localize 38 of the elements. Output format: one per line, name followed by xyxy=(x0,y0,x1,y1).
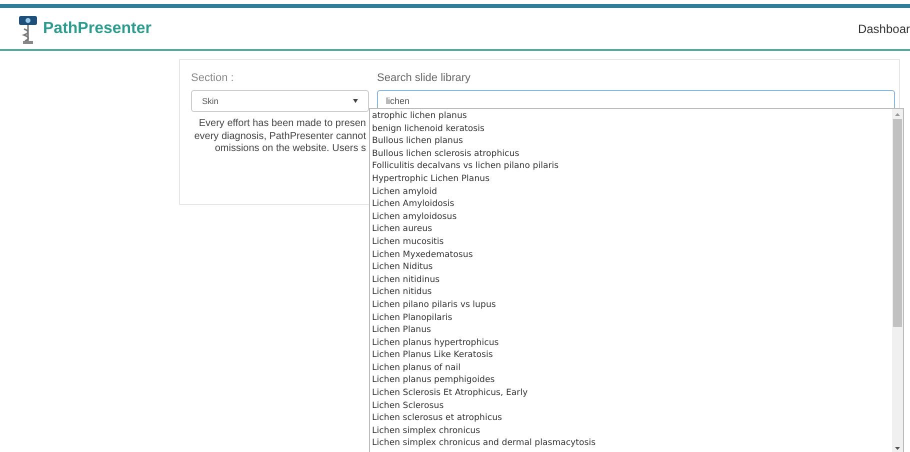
suggestion-item[interactable]: Lichen planus pemphigoides xyxy=(370,374,892,388)
section-label: Section : xyxy=(191,71,235,86)
suggestion-item[interactable]: Lichen planus hypertrophicus xyxy=(370,336,892,350)
section-select[interactable]: Skin xyxy=(191,90,369,112)
suggestion-item[interactable]: Bullous lichen planus xyxy=(370,135,892,148)
dashboard-link[interactable]: Dashboar xyxy=(858,20,910,38)
suggestion-item[interactable]: Lichen Planus xyxy=(370,324,892,337)
notice-text: Every effort has been made to presen every diagnosis, PathPresenter cannot omissions on the website. Users s xyxy=(193,118,366,156)
search-label: Search slide library xyxy=(377,71,472,86)
brand-name: PathPresenter xyxy=(43,18,152,38)
suggestion-item[interactable]: Lichen simplex chronicus and dermal plasmacytosis xyxy=(370,437,892,450)
scroll-thumb[interactable] xyxy=(893,119,902,327)
suggestion-item[interactable]: Lichen planus of nail xyxy=(370,362,892,374)
suggestion-item[interactable]: Lichen Planopilaris xyxy=(370,312,892,324)
suggestion-item[interactable]: Lichen amyloid xyxy=(370,186,892,198)
suggestion-item[interactable]: Lichen amyloidosus xyxy=(370,210,892,224)
scroll-down-icon[interactable] xyxy=(895,446,900,450)
suggestion-item[interactable]: Lichen aureus xyxy=(370,223,892,236)
suggestion-item[interactable]: Bullous lichen sclerosis atrophicus xyxy=(370,148,892,160)
scroll-up-icon[interactable] xyxy=(895,112,900,116)
suggestion-item[interactable]: Lichen simplex chronicus xyxy=(370,424,892,438)
suggestion-item[interactable]: Lichen nitidus xyxy=(370,286,892,299)
suggestion-item[interactable]: Lichen Sclerosus xyxy=(370,400,892,412)
suggestion-item[interactable]: Lichen Amyloidosis xyxy=(370,198,892,211)
suggestion-item[interactable]: Lichen mucositis xyxy=(370,236,892,249)
suggestion-item[interactable]: Lichen Niditus xyxy=(370,261,892,274)
suggestion-item[interactable]: benign lichenoid keratosis xyxy=(370,122,892,136)
suggestion-item[interactable]: Lichen Sclerosis Et Atrophicus, Early xyxy=(370,387,892,400)
suggestion-item[interactable]: Lichen Planus Like Keratosis xyxy=(370,349,892,362)
caret-icon xyxy=(353,99,358,103)
suggestion-item[interactable]: atrophic lichen planus xyxy=(370,110,892,123)
suggestion-item[interactable]: Lichen Myxedematosus xyxy=(370,248,892,262)
scrollbar[interactable] xyxy=(892,109,903,452)
suggestion-item[interactable]: Hypertrophic Lichen Planus xyxy=(370,172,892,186)
suggestion-item[interactable]: Lichen sclerosus et atrophicus xyxy=(370,412,892,425)
suggestion-item[interactable]: Lichen pilano pilaris vs lupus xyxy=(370,298,892,312)
suggestion-item[interactable]: Lichen nitidinus xyxy=(370,274,892,286)
suggestion-item[interactable]: Folliculitis decalvans vs lichen pilano pilaris xyxy=(370,160,892,173)
